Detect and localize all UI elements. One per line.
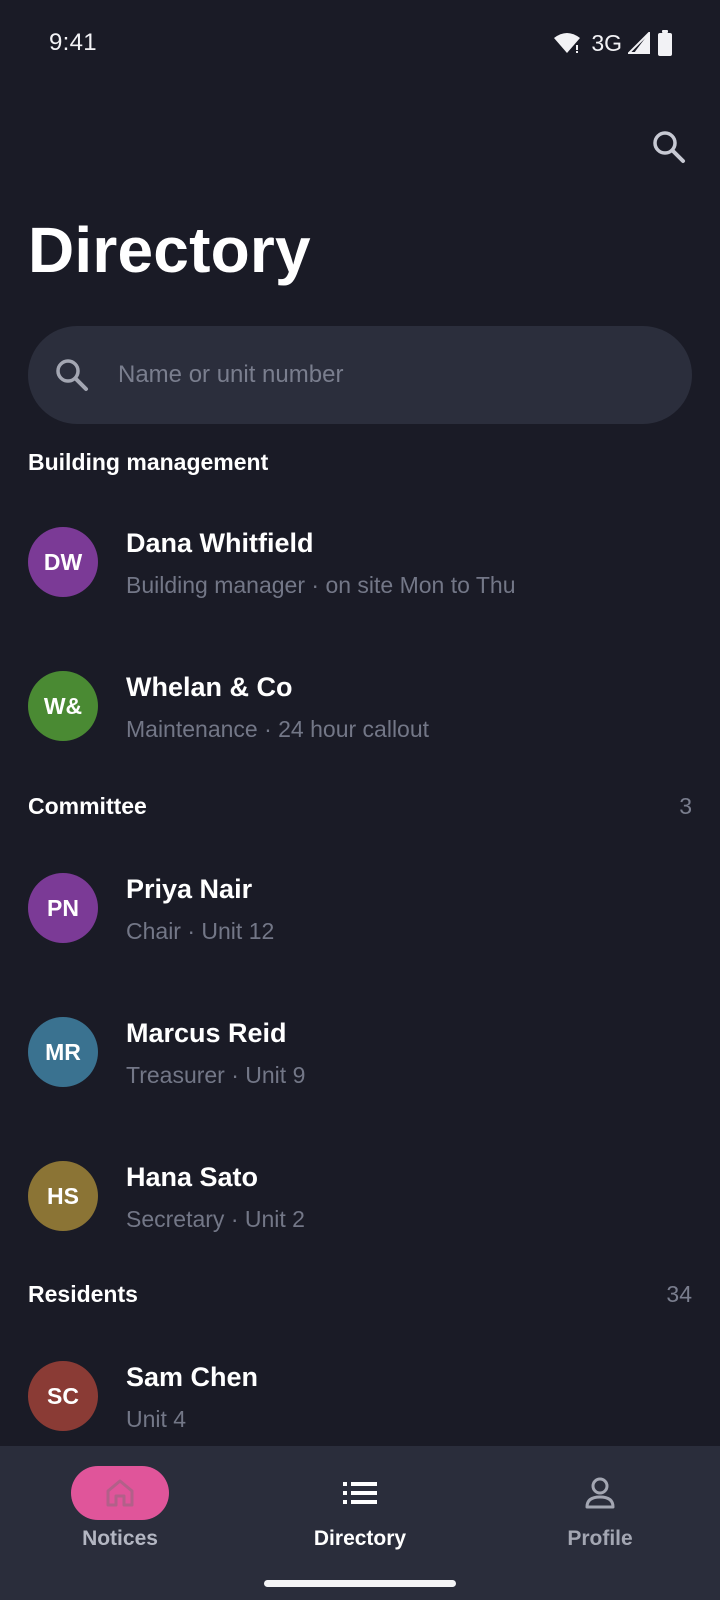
nav-label: Notices	[82, 1527, 158, 1550]
cell-signal-icon	[628, 32, 650, 54]
nav-icon-container	[311, 1466, 409, 1520]
nav-item-profile[interactable]: Profile	[500, 1456, 700, 1556]
section-count: 34	[666, 1280, 692, 1307]
search-icon	[653, 131, 685, 163]
contact-row[interactable]: PN Priya Nair Chair · Unit 12	[0, 848, 720, 968]
avatar: PN	[28, 873, 98, 943]
status-bar: 9:41 3G	[0, 0, 720, 88]
contact-name: Priya Nair	[126, 874, 253, 904]
contact-row[interactable]: DW Dana Whitfield Building manager · on …	[0, 502, 720, 622]
avatar: MR	[28, 1017, 98, 1087]
contact-detail: Secretary · Unit 2	[126, 1206, 305, 1232]
contact-name: Dana Whitfield	[126, 528, 314, 558]
list-icon	[343, 1482, 377, 1504]
network-type-label: 3G	[591, 29, 622, 56]
contact-row[interactable]: MR Marcus Reid Treasurer · Unit 9	[0, 992, 720, 1112]
nav-label: Directory	[313, 1527, 407, 1550]
avatar: W&	[28, 671, 98, 741]
person-icon	[585, 1477, 615, 1509]
section-title: Committee	[28, 792, 147, 819]
nav-item-directory[interactable]: Directory	[260, 1456, 460, 1556]
contact-name: Sam Chen	[126, 1362, 259, 1392]
search-button[interactable]	[644, 122, 694, 172]
section-title: Residents	[28, 1280, 138, 1307]
contact-row[interactable]: SC Sam Chen Unit 4	[0, 1336, 720, 1456]
status-icons: 3G	[553, 27, 672, 59]
nav-active-indicator	[71, 1466, 169, 1520]
contact-name: Whelan & Co	[126, 672, 293, 702]
search-input[interactable]	[118, 361, 598, 389]
avatar: SC	[28, 1361, 98, 1431]
status-time: 9:41	[49, 29, 97, 56]
avatar: HS	[28, 1161, 98, 1231]
home-indicator[interactable]	[264, 1580, 456, 1587]
nav-label: Profile	[567, 1527, 633, 1550]
contact-detail: Treasurer · Unit 9	[126, 1062, 306, 1088]
section-header-committee: Committee 3	[28, 786, 692, 826]
contact-name: Marcus Reid	[126, 1018, 287, 1048]
search-icon	[56, 359, 88, 391]
nav-item-notices[interactable]: Notices	[20, 1456, 220, 1556]
contact-detail: Maintenance · 24 hour callout	[126, 716, 430, 742]
directory-screen: 9:41 3G Directory Name or unit number Bu…	[0, 0, 720, 1600]
search-field[interactable]	[28, 326, 692, 424]
section-count: 3	[679, 792, 692, 819]
wifi-icon	[554, 33, 581, 53]
contact-detail: Chair · Unit 12	[126, 918, 275, 944]
home-icon	[106, 1479, 134, 1507]
contact-name: Hana Sato	[126, 1162, 259, 1192]
battery-icon	[658, 30, 672, 56]
section-header-residents: Residents 34	[28, 1274, 692, 1314]
bottom-navigation: Notices Directory Profile	[0, 1446, 720, 1600]
section-header-management: Building management	[28, 442, 692, 482]
nav-icon-container	[551, 1466, 649, 1520]
page-title: Directory	[28, 214, 311, 286]
contact-detail: Unit 4	[126, 1406, 187, 1432]
section-title: Building management	[28, 448, 269, 475]
contact-detail: Building manager · on site Mon to Thu	[126, 572, 516, 598]
contact-row[interactable]: HS Hana Sato Secretary · Unit 2	[0, 1136, 720, 1256]
avatar: DW	[28, 527, 98, 597]
contact-row[interactable]: W& Whelan & Co Maintenance · 24 hour cal…	[0, 646, 720, 766]
